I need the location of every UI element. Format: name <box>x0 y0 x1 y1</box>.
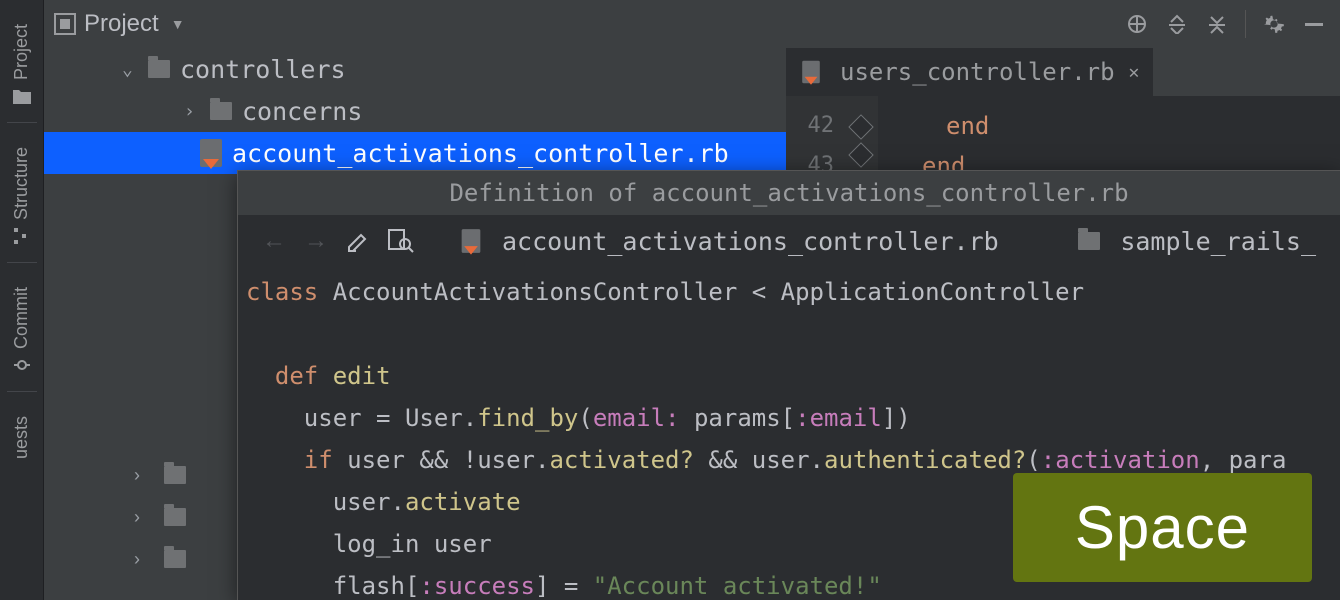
tree-label: account_activations_controller.rb <box>232 139 729 168</box>
project-tool-header: Project ▼ <box>44 0 1340 48</box>
ruby-file-icon <box>462 229 481 253</box>
rail-commit[interactable]: Commit <box>11 267 32 387</box>
rail-divider <box>7 122 37 123</box>
quick-definition-toolbar: ← → account_activations_controller.rb sa… <box>238 215 1340 267</box>
editor-tab-users-controller[interactable]: users_controller.rb ✕ <box>786 48 1153 96</box>
rail-label: Project <box>11 24 32 80</box>
tree-file-account-activations[interactable]: account_activations_controller.rb <box>44 132 786 174</box>
gear-icon[interactable] <box>1258 8 1290 40</box>
rail-label: uests <box>11 416 32 459</box>
rail-structure[interactable]: Structure <box>11 127 32 258</box>
hide-icon[interactable] <box>1298 8 1330 40</box>
folder-icon <box>164 550 186 568</box>
chevron-right-icon: › <box>134 549 148 570</box>
folder-icon <box>210 102 232 120</box>
rail-divider <box>7 391 37 392</box>
show-source-icon[interactable] <box>388 229 414 253</box>
tree-label: controllers <box>180 55 346 84</box>
folder-icon <box>164 508 186 526</box>
ruby-file-icon <box>200 139 222 167</box>
file-name-label: account_activations_controller.rb <box>502 227 999 256</box>
edit-source-icon[interactable] <box>346 229 370 253</box>
expand-all-icon[interactable] <box>1161 8 1193 40</box>
project-view-icon <box>54 13 76 35</box>
quick-definition-project-path: sample_rails_ <box>1078 227 1316 256</box>
tree-folder-concerns[interactable]: › concerns <box>44 90 786 132</box>
tree-label: concerns <box>242 97 362 126</box>
code-token: end <box>898 112 989 140</box>
chevron-right-icon: › <box>134 465 148 486</box>
quick-definition-file: account_activations_controller.rb <box>460 227 999 256</box>
editor-tabs: users_controller.rb ✕ <box>786 48 1340 96</box>
folder-icon <box>164 466 186 484</box>
fold-end-marker-icon[interactable] <box>848 114 873 139</box>
fold-end-marker-icon[interactable] <box>848 142 873 167</box>
rail-divider <box>7 262 37 263</box>
tree-folder-controllers[interactable]: ⌄ controllers <box>44 48 786 90</box>
rail-label: Structure <box>11 147 32 220</box>
main-area: Project ▼ ⌄ controllers › <box>44 0 1340 600</box>
folder-icon <box>1078 232 1100 250</box>
project-path-label: sample_rails_ <box>1120 227 1316 256</box>
rail-project[interactable]: Project <box>11 4 32 118</box>
divider <box>1245 10 1246 38</box>
forward-icon[interactable]: → <box>304 227 328 255</box>
back-icon[interactable]: ← <box>262 227 286 255</box>
chevron-right-icon: › <box>134 507 148 528</box>
tab-label: users_controller.rb <box>840 58 1115 86</box>
keypress-overlay: Space <box>1013 473 1312 582</box>
select-opened-file-icon[interactable] <box>1121 8 1153 40</box>
commit-icon <box>12 355 32 375</box>
collapse-all-icon[interactable] <box>1201 8 1233 40</box>
ruby-file-icon <box>802 61 820 83</box>
rail-requests[interactable]: uests <box>11 396 32 471</box>
structure-icon <box>12 226 32 246</box>
project-view-title[interactable]: Project <box>84 10 159 38</box>
chevron-right-icon[interactable]: › <box>184 101 202 122</box>
keypress-label: Space <box>1075 494 1250 561</box>
left-tool-rail: Project Structure Commit uests <box>0 0 44 600</box>
rail-label: Commit <box>11 287 32 349</box>
chevron-down-icon[interactable]: ▼ <box>171 16 185 32</box>
quick-definition-title: Definition of account_activations_contro… <box>238 171 1340 215</box>
close-icon[interactable]: ✕ <box>1129 62 1140 83</box>
folder-icon <box>148 60 170 78</box>
chevron-down-icon[interactable]: ⌄ <box>122 59 140 80</box>
line-number: 42 <box>786 106 834 146</box>
folder-icon <box>12 86 32 106</box>
